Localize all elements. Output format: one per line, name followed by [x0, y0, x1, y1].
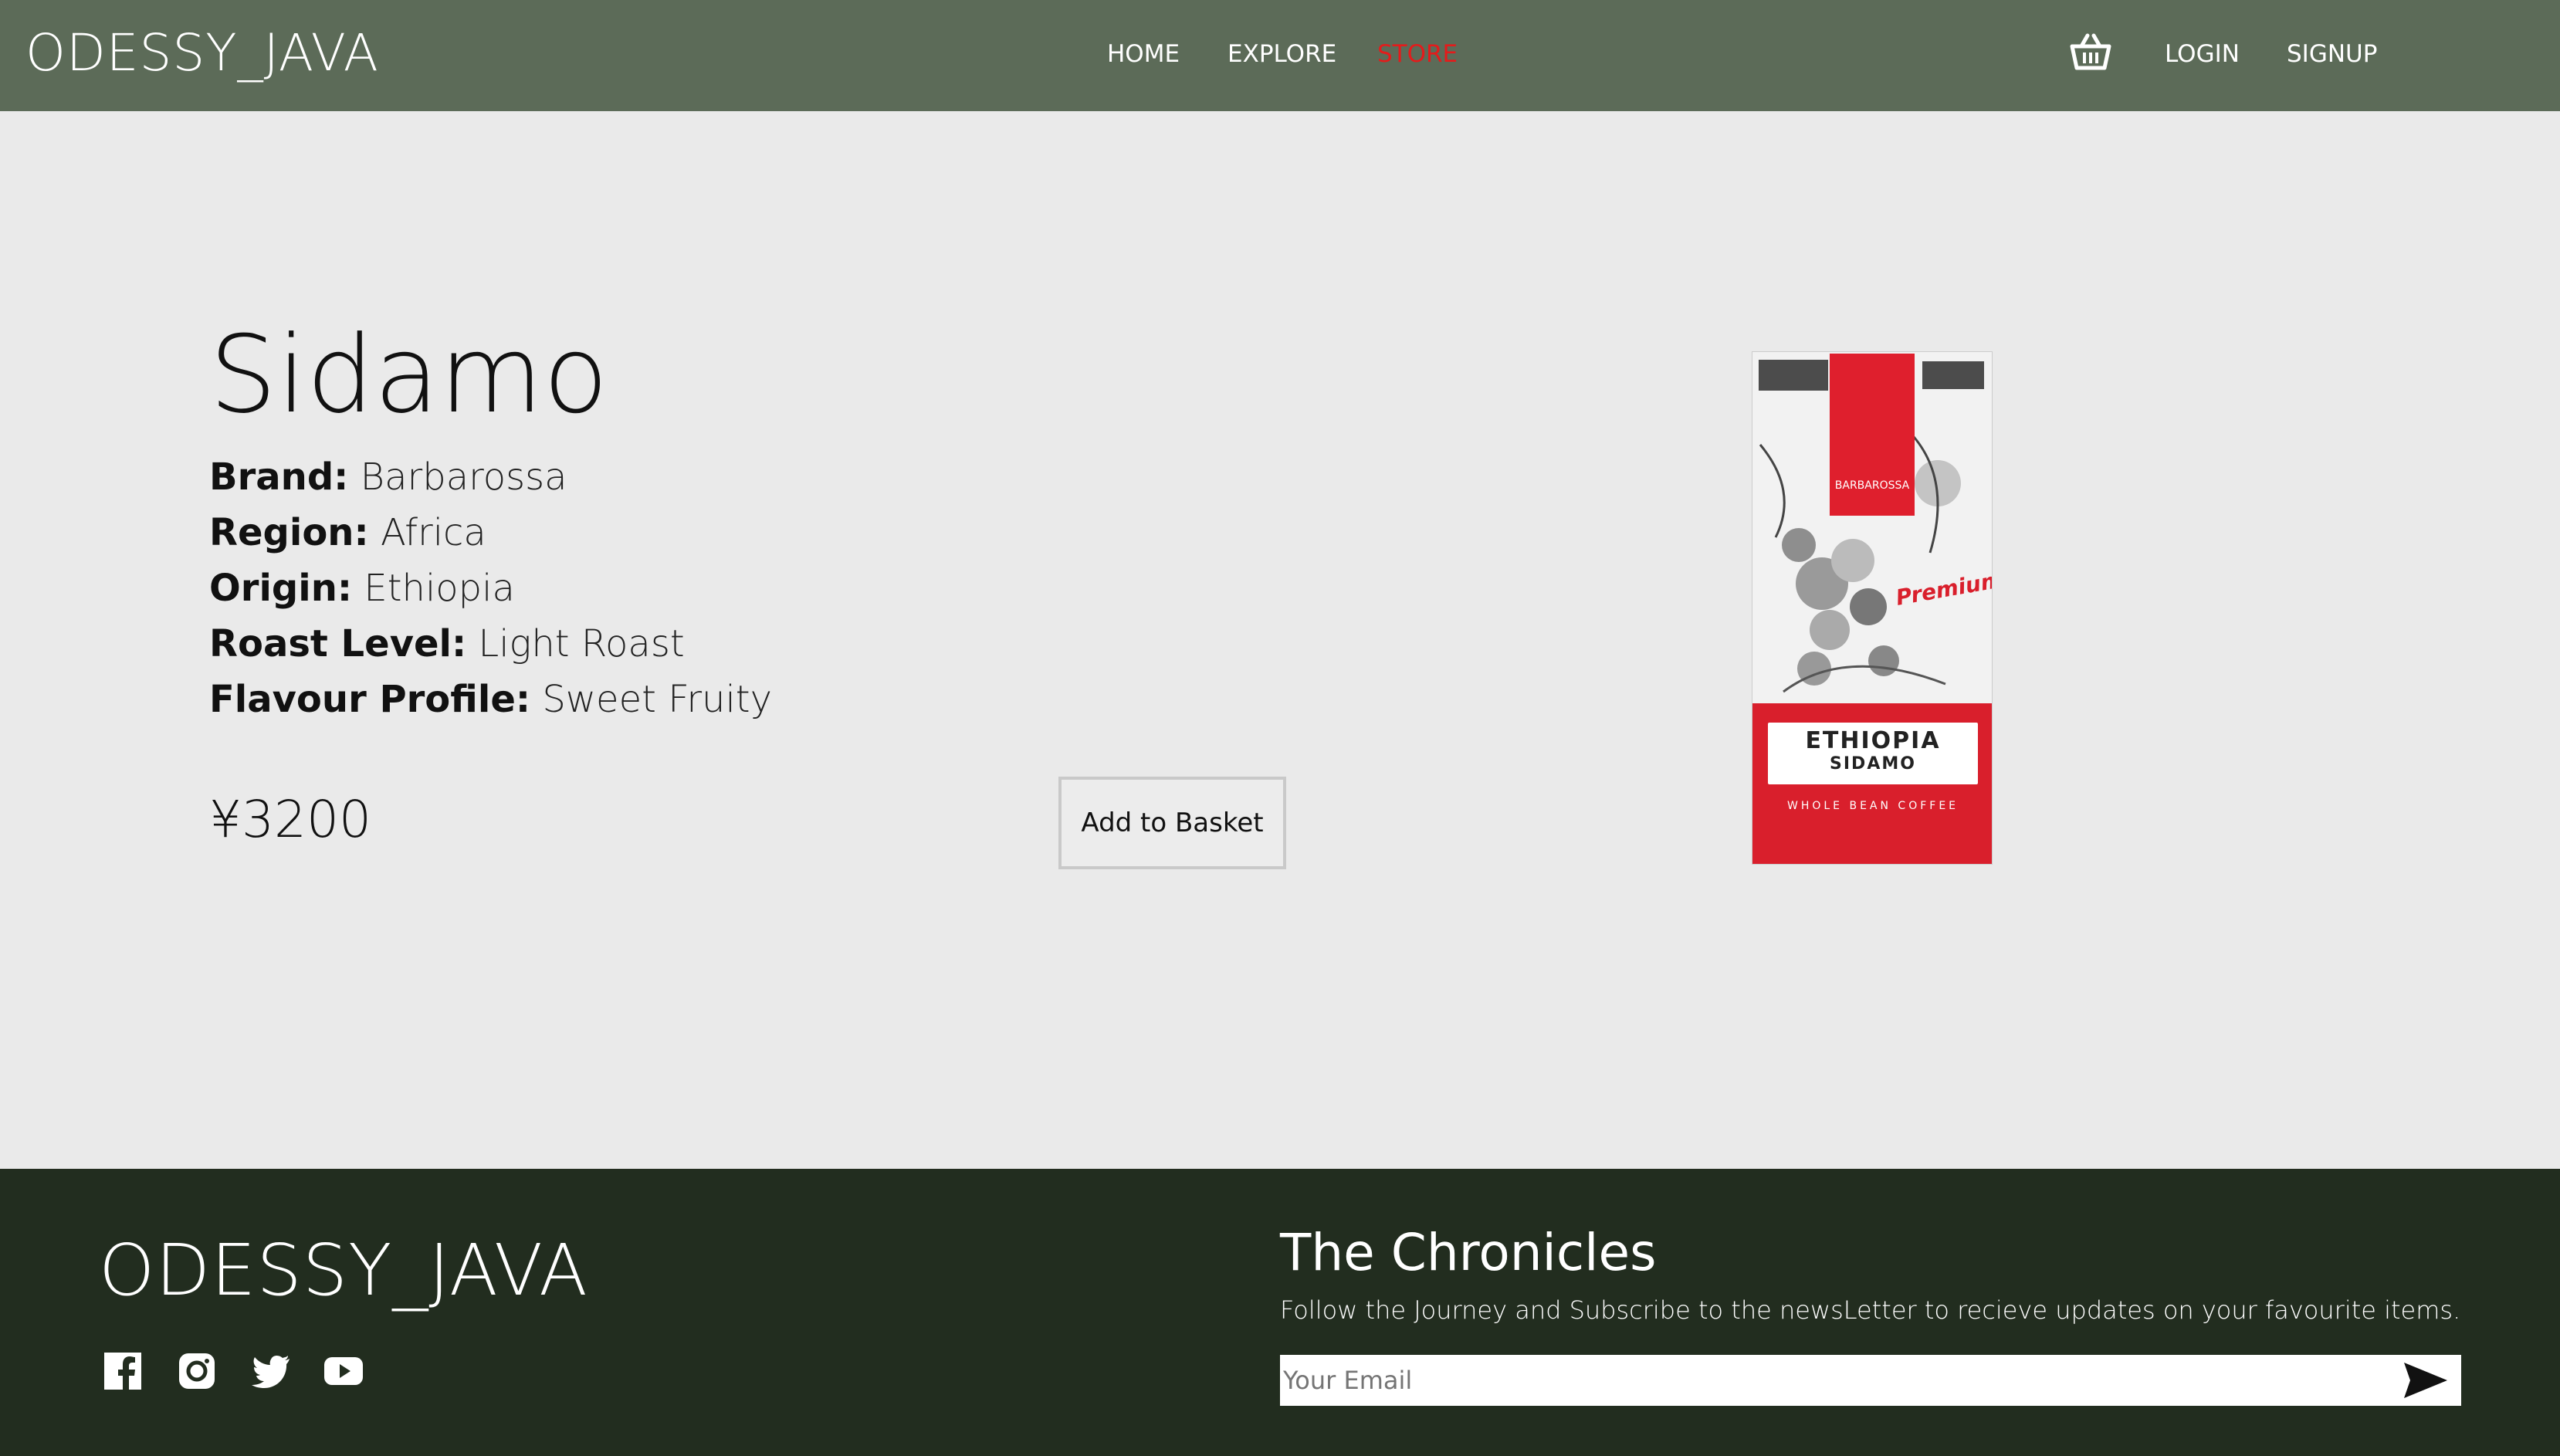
spec-key: Region:: [209, 511, 369, 554]
instagram-icon[interactable]: [177, 1351, 217, 1391]
bag-label: ETHIOPIA SIDAMO: [1768, 723, 1978, 784]
product-image: BARBAROSSA Premium ETHIOPIA SIDAMO WHOLE…: [1752, 351, 1993, 865]
bag-label-name: SIDAMO: [1830, 754, 1916, 774]
newsletter-description: Follow the Journey and Subscribe to the …: [1280, 1295, 2461, 1325]
spec-value: Barbarossa: [360, 455, 567, 499]
spec-region: Region: Africa: [209, 511, 486, 554]
spec-key: Brand:: [209, 455, 349, 499]
spec-value: Ethiopia: [364, 567, 515, 610]
email-input[interactable]: [1280, 1355, 2461, 1406]
facebook-icon[interactable]: [103, 1351, 143, 1391]
spec-brand: Brand: Barbarossa: [209, 455, 567, 499]
bag-label-origin: ETHIOPIA: [1805, 727, 1941, 754]
spec-roast-level: Roast Level: Light Roast: [209, 622, 685, 665]
spec-flavour-profile: Flavour Profile: Sweet Fruity: [209, 678, 772, 721]
spec-origin: Origin: Ethiopia: [209, 567, 515, 610]
site-header: ODESSY_JAVA HOME EXPLORE STORE LOGIN SIG…: [0, 0, 2560, 111]
add-to-basket-button[interactable]: Add to Basket: [1058, 777, 1286, 869]
spec-value: Light Roast: [478, 622, 685, 665]
site-footer: ODESSY_JAVA The Chronicles Follow the Jo…: [0, 1169, 2560, 1456]
twitter-icon[interactable]: [251, 1351, 291, 1391]
nav-store[interactable]: STORE: [1377, 40, 1458, 68]
basket-icon[interactable]: [2069, 32, 2112, 71]
spec-value: Africa: [380, 511, 486, 554]
bag-brand-text: BARBAROSSA: [1834, 479, 1910, 492]
nav-home[interactable]: HOME: [1107, 40, 1180, 68]
spec-key: Origin:: [209, 567, 353, 610]
spec-key: Roast Level:: [209, 622, 467, 665]
newsletter-title: The Chronicles: [1280, 1223, 1657, 1282]
signup-link[interactable]: SIGNUP: [2287, 40, 2377, 68]
spec-value: Sweet Fruity: [542, 678, 773, 721]
product-title: Sidamo: [209, 313, 608, 437]
bag-bottom-text: WHOLE BEAN COFFEE: [1786, 800, 1959, 812]
nav-explore[interactable]: EXPLORE: [1228, 40, 1336, 68]
login-link[interactable]: LOGIN: [2165, 40, 2240, 68]
spec-key: Flavour Profile:: [209, 678, 531, 721]
footer-logo[interactable]: ODESSY_JAVA: [99, 1229, 588, 1312]
site-logo[interactable]: ODESSY_JAVA: [25, 23, 379, 83]
product-price: ¥3200: [209, 790, 371, 849]
youtube-icon[interactable]: [323, 1351, 364, 1391]
send-arrow-icon[interactable]: [2403, 1359, 2449, 1401]
